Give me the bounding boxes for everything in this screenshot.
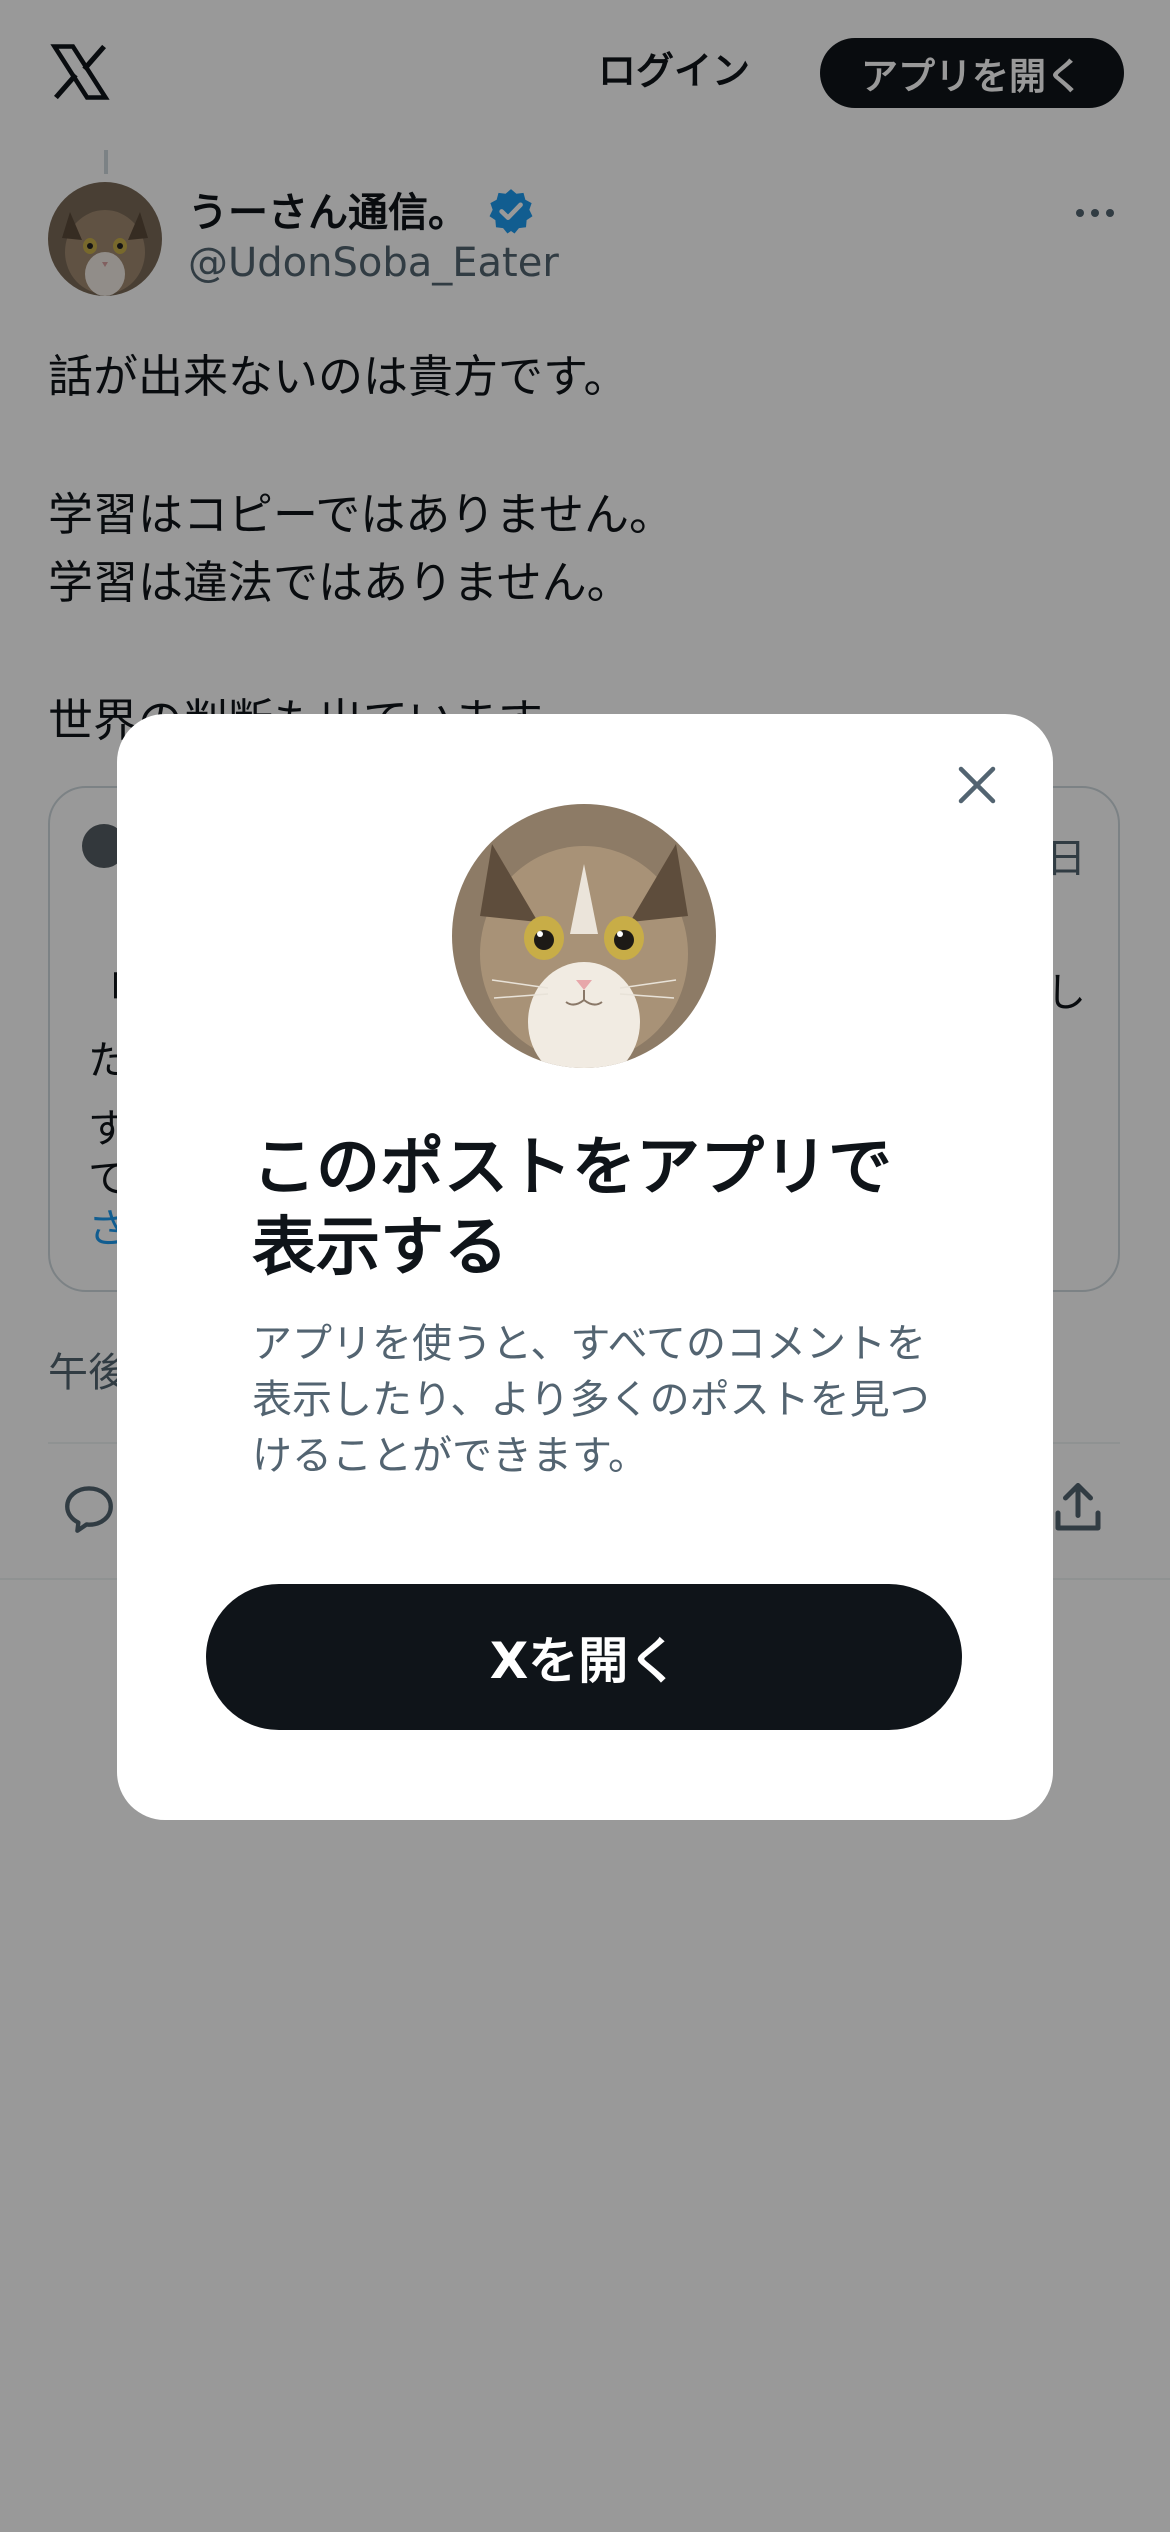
close-icon[interactable] bbox=[952, 760, 1002, 810]
dialog-title: このポストをアプリで表示する bbox=[252, 1131, 892, 1285]
open-x-button[interactable]: Xを開く bbox=[206, 1584, 962, 1730]
cat-avatar-image bbox=[452, 804, 716, 1068]
dialog-avatar bbox=[452, 804, 716, 1068]
dialog-description: アプリを使うと、すべてのコメントを表示したり、より多くのポストを見つけることがで… bbox=[252, 1321, 930, 1479]
